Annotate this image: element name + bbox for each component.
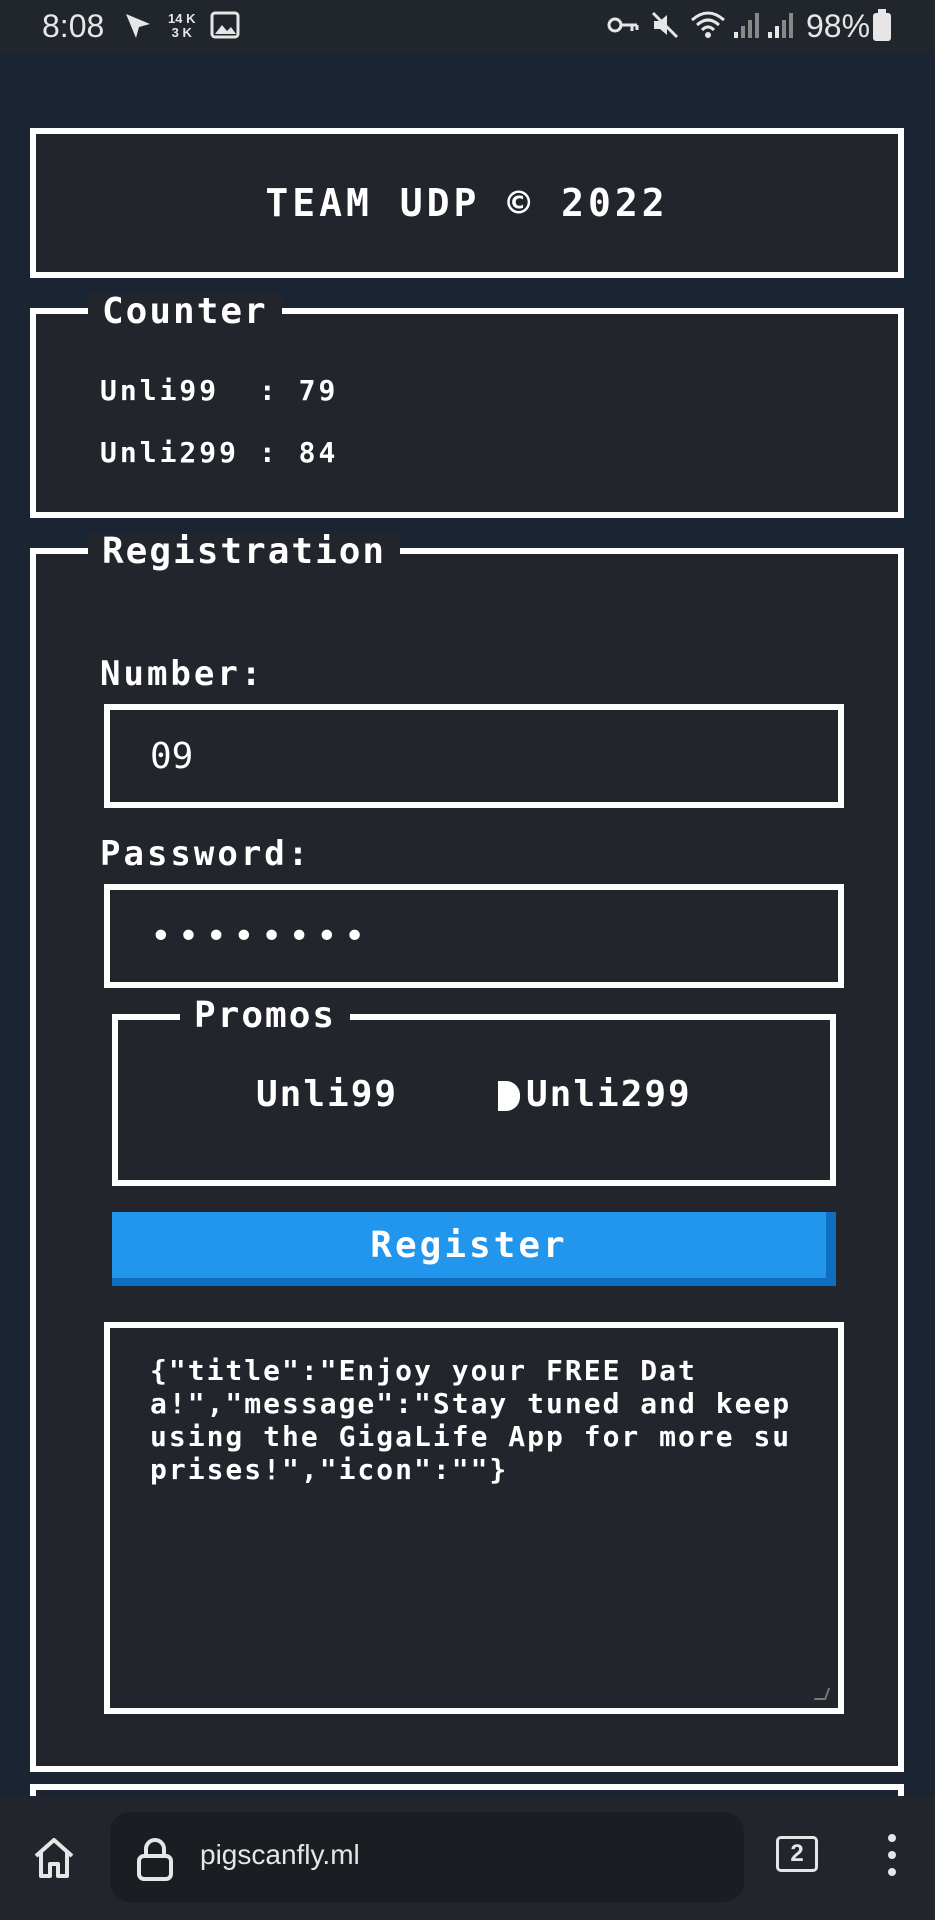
header-panel: TEAM UDP © 2022	[30, 128, 904, 278]
home-icon[interactable]	[30, 1834, 78, 1887]
register-button[interactable]: Register	[112, 1212, 836, 1286]
lock-icon	[136, 1836, 174, 1887]
promo-option-unli99[interactable]: Unli99	[256, 1074, 398, 1115]
registration-panel: Registration Number: 09 Password: ••••••…	[30, 534, 904, 1772]
counter-label: Unli99	[100, 374, 240, 407]
url-text: pigscanfly.ml	[200, 1839, 360, 1870]
password-input[interactable]: ••••••••	[104, 884, 844, 988]
page-title: TEAM UDP © 2022	[265, 181, 669, 225]
response-text: {"title":"Enjoy your FREE Data!","messag…	[150, 1354, 811, 1486]
response-textarea[interactable]: {"title":"Enjoy your FREE Data!","messag…	[104, 1322, 844, 1714]
number-label: Number:	[100, 654, 265, 694]
promos-legend: Promos	[180, 998, 351, 1034]
counter-row-unli99: Unli99 : 79	[100, 374, 339, 407]
radio-selected-icon	[498, 1081, 520, 1111]
clock: 8:08	[42, 8, 105, 44]
battery-icon	[873, 9, 891, 41]
next-panel-edge	[30, 1784, 904, 1796]
counter-legend: Counter	[88, 294, 282, 330]
navigation-icon	[122, 10, 154, 50]
counter-panel: Counter Unli99 : 79 Unli299 : 84	[30, 294, 904, 518]
password-label: Password:	[100, 834, 312, 874]
browser-toolbar: pigscanfly.ml 2	[0, 1796, 935, 1920]
battery-level: 98%	[806, 8, 871, 44]
status-bar: 8:08 14 K3 K 98%	[0, 0, 935, 54]
promo-option-unli299[interactable]: Unli299	[498, 1074, 692, 1115]
mute-icon	[650, 10, 680, 48]
counter-value: 84	[298, 436, 339, 469]
vpn-key-icon	[606, 10, 640, 48]
more-menu-icon[interactable]	[888, 1834, 896, 1885]
counter-label: Unli299	[100, 436, 240, 469]
image-icon	[210, 10, 240, 48]
counter-row-unli299: Unli299 : 84	[100, 436, 339, 469]
tab-switcher-button[interactable]: 2	[776, 1836, 818, 1872]
registration-legend: Registration	[88, 534, 401, 570]
number-input[interactable]: 09	[104, 704, 844, 808]
wifi-icon	[690, 10, 726, 48]
signal-icon-1	[732, 10, 760, 48]
signal-icon-2	[766, 10, 794, 48]
resize-grip-icon[interactable]	[813, 1688, 831, 1700]
address-bar[interactable]: pigscanfly.ml	[110, 1812, 744, 1902]
counter-value: 79	[298, 374, 339, 407]
promos-panel: Promos Unli99 Unli299	[112, 998, 836, 1186]
network-speed: 14 K3 K	[168, 11, 196, 40]
